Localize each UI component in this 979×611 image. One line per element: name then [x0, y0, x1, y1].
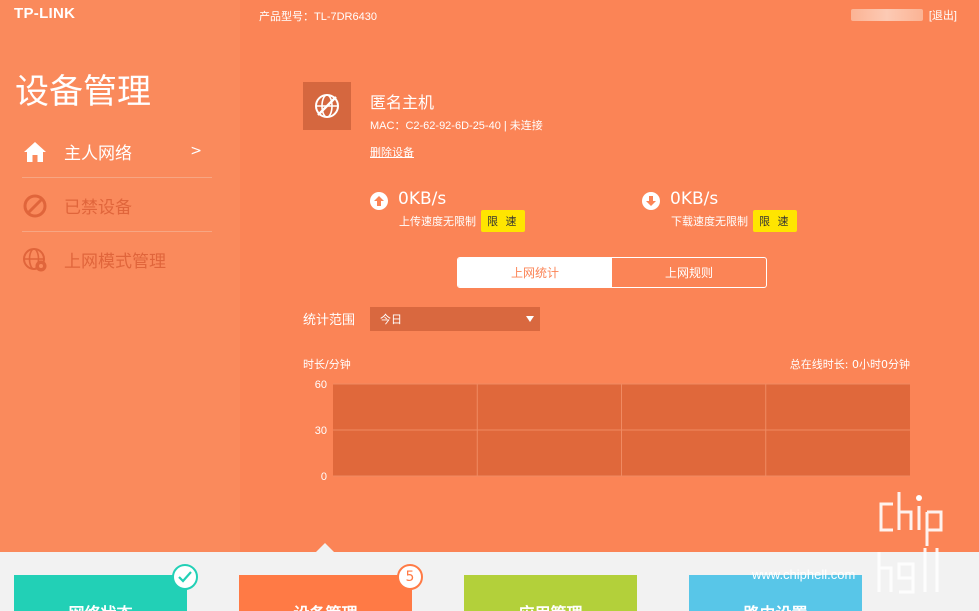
sidebar-item-label: 上网模式管理 — [64, 252, 166, 272]
chart-y-axis-label: 时长/分钟 — [303, 358, 351, 371]
user-area: [退出] — [850, 7, 957, 23]
download-speed: 0KB/s 下载速度无限制 限 速 — [642, 189, 797, 232]
no-network-globe-icon — [315, 94, 339, 118]
ban-icon — [22, 193, 48, 219]
sidebar-item-blocked-devices[interactable]: 已禁设备 — [22, 179, 212, 232]
sidebar-item-internet-mode[interactable]: 上网模式管理 — [22, 233, 212, 286]
active-pointer — [316, 543, 334, 552]
tile-network-status[interactable]: 网络状态 — [14, 575, 187, 611]
home-icon — [22, 139, 48, 165]
chart-y-tick: 60 — [315, 379, 327, 391]
usage-chart: 60 30 0 — [315, 379, 910, 483]
download-limit-text: 下载速度无限制 — [671, 215, 748, 228]
watermark-url: www.chiphell.com — [752, 567, 856, 582]
tile-label: 网络状态 — [68, 600, 132, 611]
download-limit-button[interactable]: 限 速 — [753, 210, 797, 232]
upload-limit-button[interactable]: 限 速 — [481, 210, 525, 232]
upload-speed-value: 0KB/s — [398, 189, 447, 209]
upload-limit-text: 上传速度无限制 — [399, 215, 476, 228]
sidebar-item-label: 主人网络 — [64, 144, 132, 164]
sidebar-item-owner-network[interactable]: 主人网络 > — [22, 125, 212, 178]
divider — [22, 231, 212, 232]
chevron-right-icon: > — [190, 143, 202, 159]
caret-down-icon — [526, 316, 534, 322]
logout-link[interactable]: [退出] — [929, 7, 957, 23]
blurred-username — [850, 9, 923, 21]
divider — [22, 177, 212, 178]
sidebar: TP-LINK 设备管理 主人网络 > 已禁设备 上网模式管理 — [0, 0, 240, 552]
main-panel: 产品型号：TL-7DR6430 [退出] 匿名主机 MAC：C2-62-92-6… — [240, 0, 979, 552]
tile-label: 设备管理 — [293, 600, 357, 611]
upload-speed: 0KB/s 上传速度无限制 限 速 — [370, 189, 525, 232]
device-name: 匿名主机 — [370, 93, 435, 112]
globe-gear-icon — [22, 247, 48, 273]
device-count-badge: 5 — [397, 564, 423, 590]
check-icon — [172, 564, 198, 590]
arrow-up-icon — [370, 192, 388, 210]
tile-label: 应用管理 — [518, 600, 582, 611]
tab-internet-stats[interactable]: 上网统计 — [458, 258, 612, 287]
remove-device-link[interactable]: 删除设备 — [370, 144, 414, 160]
device-icon — [303, 82, 351, 130]
arrow-down-icon — [642, 192, 660, 210]
tab-internet-rules[interactable]: 上网规则 — [612, 258, 766, 287]
tile-device-management[interactable]: 设备管理 — [239, 575, 412, 611]
stats-range-select[interactable]: 今日 — [370, 307, 540, 331]
product-model: 产品型号：TL-7DR6430 — [259, 11, 377, 23]
chiphell-watermark-logo — [877, 492, 943, 594]
stats-range-value: 今日 — [380, 313, 402, 326]
stats-tabs: 上网统计 上网规则 — [457, 257, 767, 288]
sidebar-item-label: 已禁设备 — [64, 198, 132, 218]
chart-total-online: 总在线时长: 0小时0分钟 — [789, 358, 910, 371]
page-title: 设备管理 — [15, 72, 151, 112]
device-mac-status: MAC：C2-62-92-6D-25-40 | 未连接 — [370, 120, 543, 132]
download-speed-value: 0KB/s — [670, 189, 719, 209]
tp-link-logo: TP-LINK — [14, 5, 76, 22]
chart-y-tick: 0 — [321, 471, 327, 483]
tile-label: 路由设置 — [743, 600, 807, 611]
tile-app-management[interactable]: 应用管理 — [464, 575, 637, 611]
chart-y-tick: 30 — [315, 425, 327, 437]
stats-range-label: 统计范围 — [303, 313, 356, 328]
